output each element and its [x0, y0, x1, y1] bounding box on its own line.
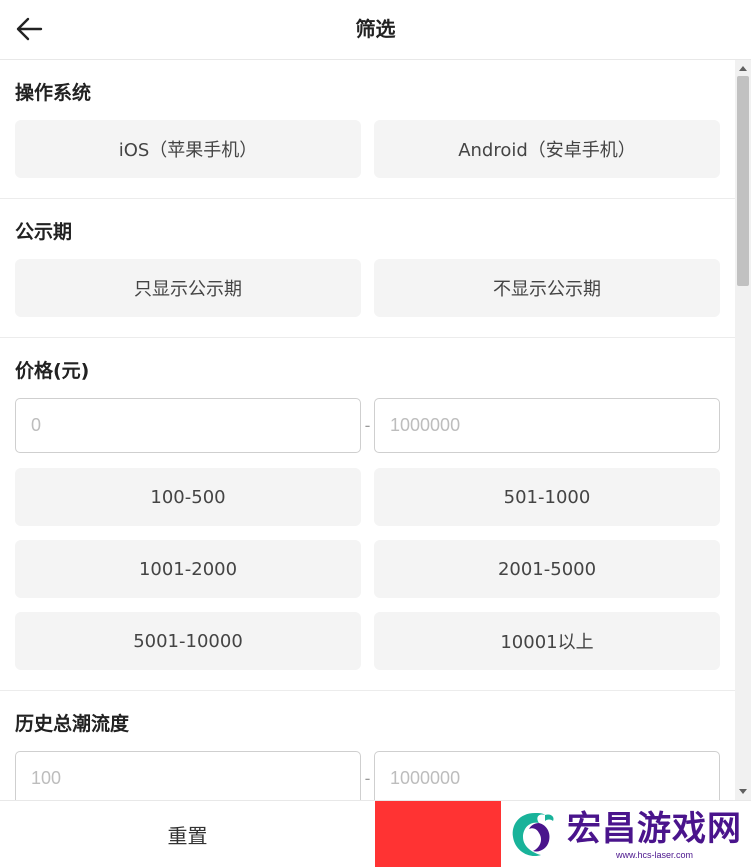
confirm-button[interactable] — [375, 801, 501, 867]
triangle-down-icon — [739, 789, 747, 794]
reset-button[interactable]: 重置 — [0, 801, 375, 867]
notice-section-title: 公示期 — [15, 221, 73, 243]
header: 筛选 — [0, 0, 751, 60]
watermark-title: 宏昌游戏网 — [567, 808, 742, 849]
price-range-separator: - — [364, 416, 371, 435]
heat-section: 历史总潮流度 - — [0, 691, 735, 800]
option-price-5001-10000[interactable]: 5001-10000 — [15, 612, 361, 670]
heat-max-input[interactable] — [374, 751, 720, 800]
option-ios[interactable]: iOS（苹果手机） — [15, 120, 361, 178]
heat-min-input[interactable] — [15, 751, 361, 800]
price-section: 价格(元) - 100-500 501-1000 1001-2000 2001-… — [0, 338, 735, 691]
os-section-title: 操作系统 — [15, 82, 92, 104]
triangle-up-icon — [739, 66, 747, 71]
option-hide-notice[interactable]: 不显示公示期 — [374, 259, 720, 317]
price-range: - — [15, 398, 720, 453]
filter-content: 操作系统 iOS（苹果手机） Android（安卓手机） 公示期 只显示公示期 … — [0, 60, 735, 800]
option-price-100-500[interactable]: 100-500 — [15, 468, 361, 526]
scroll-thumb[interactable] — [737, 76, 749, 286]
heat-section-title: 历史总潮流度 — [15, 713, 130, 735]
page-title: 筛选 — [355, 17, 396, 41]
price-max-input[interactable] — [374, 398, 720, 453]
scrollbar[interactable] — [735, 60, 751, 800]
option-show-notice[interactable]: 只显示公示期 — [15, 259, 361, 317]
price-min-input[interactable] — [15, 398, 361, 453]
price-options: 100-500 501-1000 1001-2000 2001-5000 500… — [15, 468, 720, 690]
scroll-up-button[interactable] — [735, 60, 751, 76]
heat-range-separator: - — [364, 769, 371, 788]
os-section: 操作系统 iOS（苹果手机） Android（安卓手机） — [0, 60, 735, 199]
price-section-title: 价格(元) — [15, 360, 90, 382]
option-price-10001-plus[interactable]: 10001以上 — [374, 612, 720, 670]
option-price-501-1000[interactable]: 501-1000 — [374, 468, 720, 526]
heat-range: - — [15, 751, 720, 800]
footer: 重置 宏昌游戏网 www.hcs-laser.com — [0, 800, 751, 867]
notice-section: 公示期 只显示公示期 不显示公示期 — [0, 199, 735, 338]
os-options: iOS（苹果手机） Android（安卓手机） — [15, 120, 720, 198]
scroll-down-button[interactable] — [735, 784, 751, 800]
notice-options: 只显示公示期 不显示公示期 — [15, 259, 720, 337]
watermark-text: 宏昌游戏网 www.hcs-laser.com — [567, 809, 742, 861]
option-android[interactable]: Android（安卓手机） — [374, 120, 720, 178]
watermark-url: www.hcs-laser.com — [615, 849, 694, 860]
watermark: 宏昌游戏网 www.hcs-laser.com — [501, 801, 751, 867]
dragon-logo-icon — [512, 812, 554, 856]
option-price-1001-2000[interactable]: 1001-2000 — [15, 540, 361, 598]
option-price-2001-5000[interactable]: 2001-5000 — [374, 540, 720, 598]
